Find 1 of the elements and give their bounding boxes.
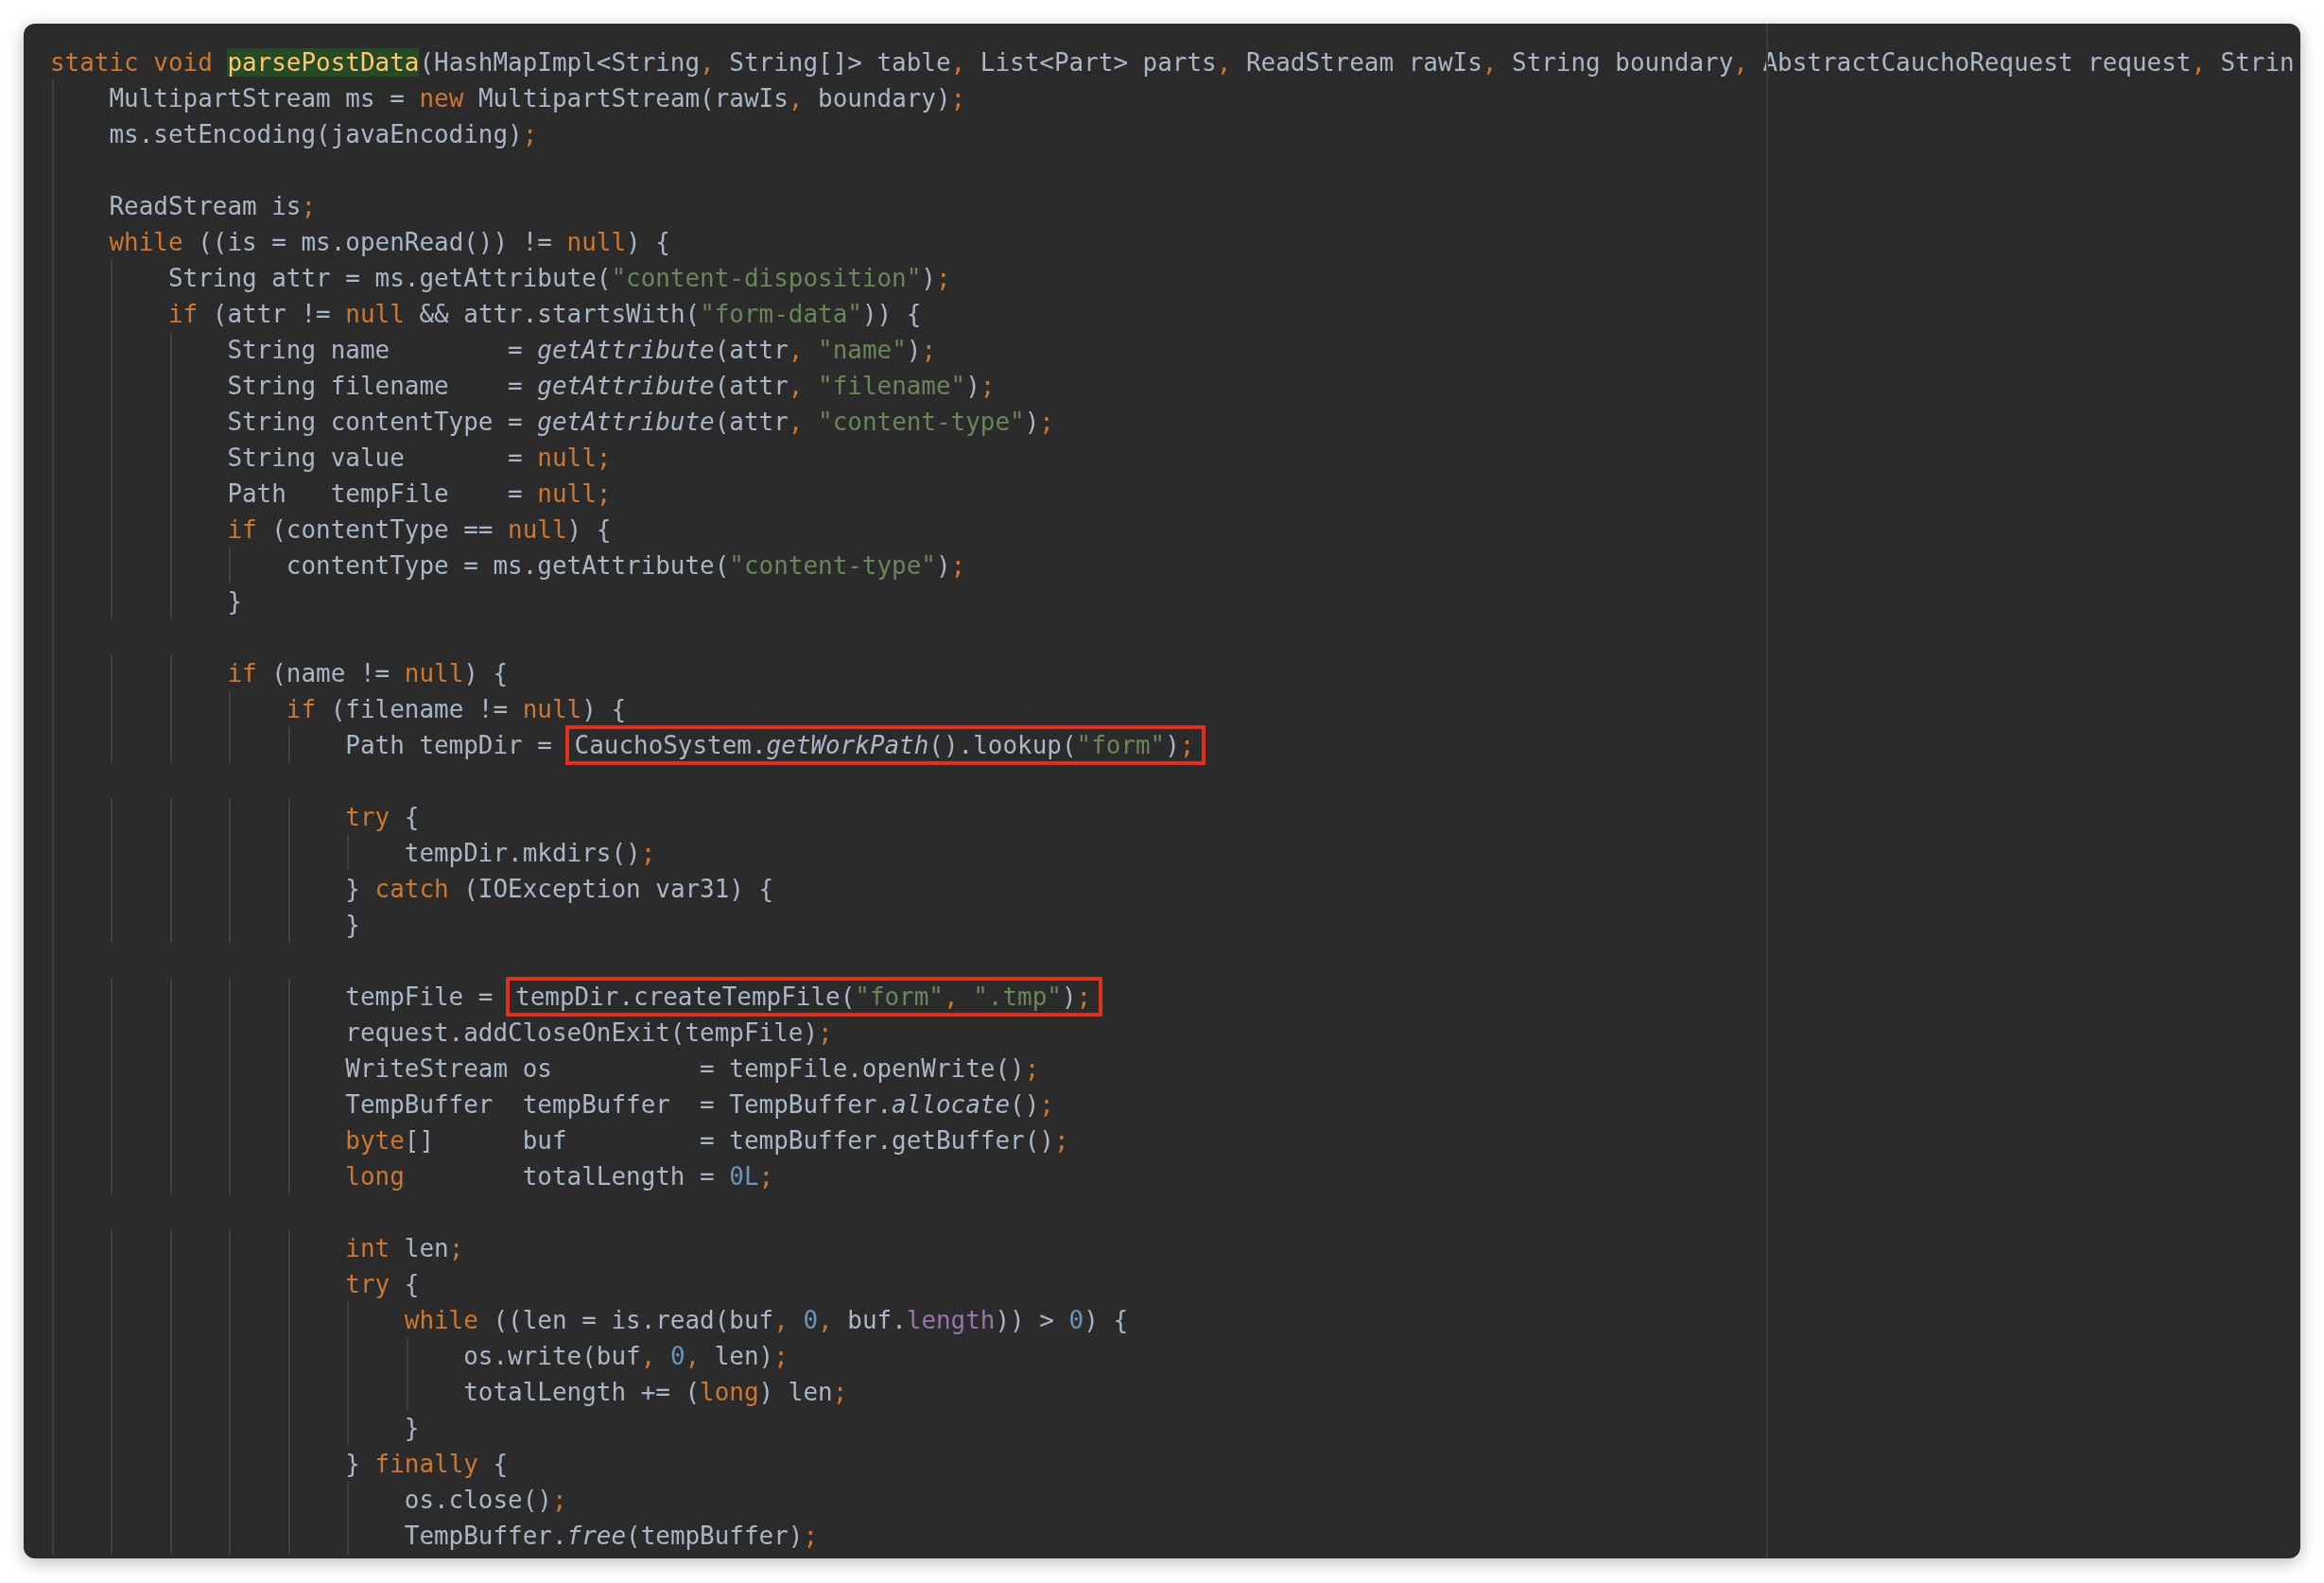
code-line: static void parsePostData(HashMapImpl<String, String[]> table, List<Part> parts, ReadStream rawIs, String boundary, AbstractCauchoRequest request, Strin bbox=[50, 47, 2295, 78]
